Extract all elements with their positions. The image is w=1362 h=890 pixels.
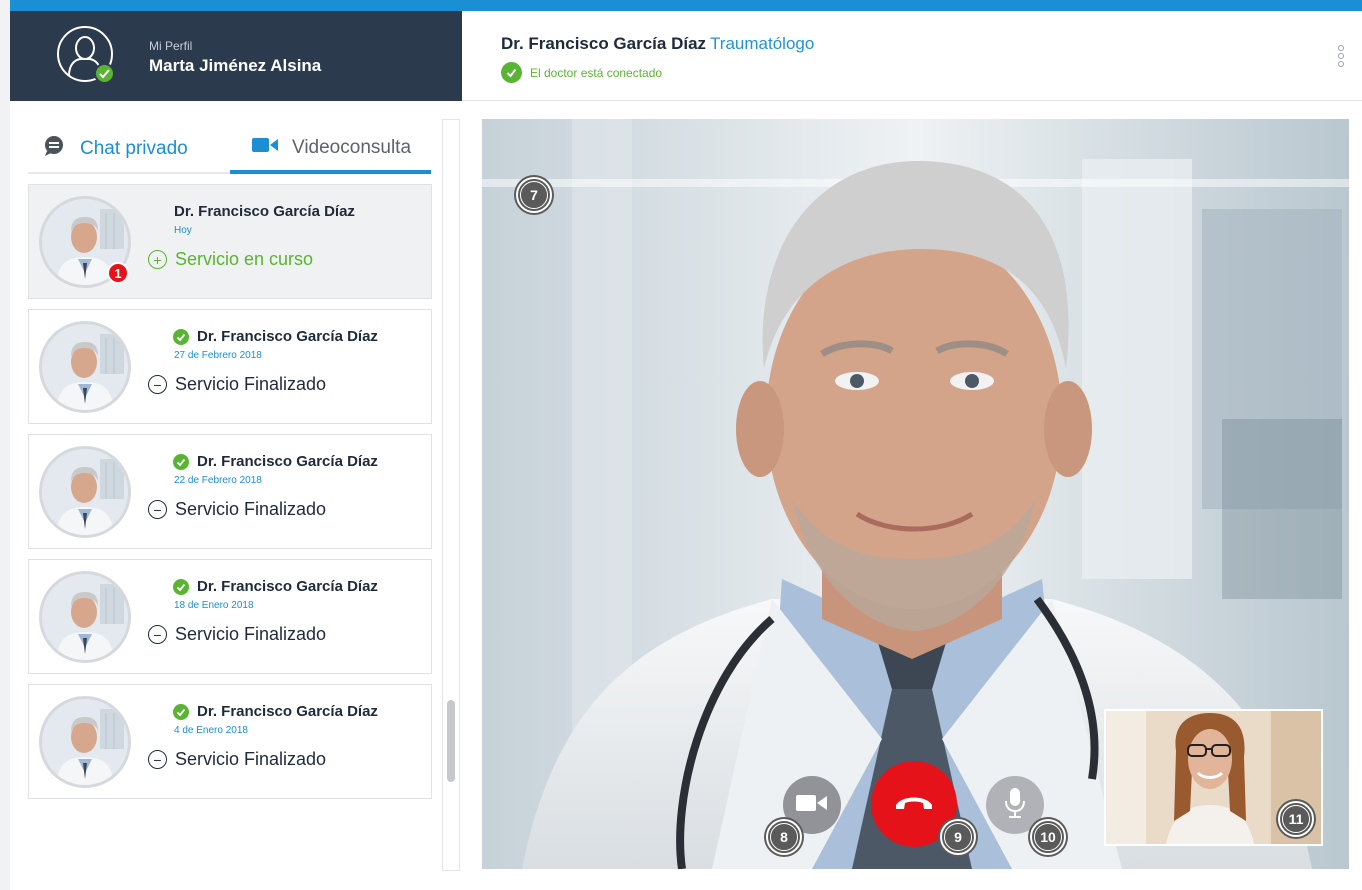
profile-name: Marta Jiménez Alsina <box>149 56 322 75</box>
consultation-status: − Servicio Finalizado <box>148 374 326 395</box>
status-minus-icon: − <box>148 750 167 769</box>
finished-check-icon <box>173 578 189 595</box>
finished-check-icon <box>173 703 189 720</box>
tab-chat-privado[interactable]: Chat privado <box>42 126 188 172</box>
consultation-status: − Servicio Finalizado <box>148 749 326 770</box>
consultation-doctor: Dr. Francisco García Díaz <box>173 703 378 720</box>
consultation-date: 4 de Enero 2018 <box>174 725 248 736</box>
doctor-avatar <box>39 446 131 538</box>
doctor-avatar <box>39 321 131 413</box>
connected-check-icon <box>501 62 522 83</box>
consultation-doctor-name: Dr. Francisco García Díaz <box>174 203 355 220</box>
marker-9: 9 <box>940 819 976 855</box>
doctor-name: Dr. Francisco García Díaz <box>501 34 707 53</box>
finished-check-icon <box>173 328 189 345</box>
tab-videoconsulta[interactable]: Videoconsulta <box>230 126 431 174</box>
marker-10: 10 <box>1030 819 1066 855</box>
status-plus-icon: + <box>148 250 167 269</box>
consultation-doctor-name: Dr. Francisco García Díaz <box>197 328 378 345</box>
doctor-avatar <box>39 571 131 663</box>
conversation-header: Dr. Francisco García Díaz Traumatólogo El… <box>462 11 1362 101</box>
consultation-doctor: Dr. Francisco García Díaz <box>173 328 378 345</box>
connection-status: El doctor está conectado <box>501 62 662 83</box>
consultation-status-text: Servicio Finalizado <box>175 499 327 519</box>
consultation-item[interactable]: Dr. Francisco García Díaz 18 de Enero 20… <box>28 559 432 674</box>
consultation-doctor: Dr. Francisco García Díaz <box>173 578 378 595</box>
connection-status-text: El doctor está conectado <box>530 65 663 80</box>
marker-7: 7 <box>516 177 552 213</box>
video-camera-icon <box>252 137 278 159</box>
consultation-doctor-name: Dr. Francisco García Díaz <box>197 453 378 470</box>
consultation-doctor: Dr. Francisco García Díaz <box>173 453 378 470</box>
marker-8: 8 <box>766 819 802 855</box>
unread-badge: 1 <box>107 262 129 284</box>
doctor-avatar <box>39 696 131 788</box>
tab-label: Chat privado <box>80 138 188 159</box>
sidebar-tabs: Chat privado Videoconsulta <box>28 126 431 174</box>
consultation-date: Hoy <box>174 225 192 236</box>
consultation-doctor: Dr. Francisco García Díaz <box>174 203 355 220</box>
consultation-status-text: Servicio Finalizado <box>175 374 327 394</box>
consultation-date: 27 de Febrero 2018 <box>174 350 262 361</box>
consultation-item[interactable]: Dr. Francisco García Díaz Hoy + Servicio… <box>28 184 432 299</box>
consultation-status: − Servicio Finalizado <box>148 499 326 520</box>
consultation-status: − Servicio Finalizado <box>148 624 326 645</box>
finished-check-icon <box>173 453 189 470</box>
consultation-date: 22 de Febrero 2018 <box>174 475 262 486</box>
left-edge-strip <box>0 0 10 890</box>
consultation-item[interactable]: Dr. Francisco García Díaz 22 de Febrero … <box>28 434 432 549</box>
microphone-icon <box>1003 787 1027 824</box>
doctor-title: Dr. Francisco García Díaz Traumatólogo <box>501 34 814 54</box>
scrollbar-thumb[interactable] <box>447 700 455 782</box>
status-minus-icon: − <box>148 375 167 394</box>
marker-11: 11 <box>1278 801 1314 837</box>
consultation-list: Dr. Francisco García Díaz Hoy + Servicio… <box>28 184 432 809</box>
consultation-status-text: Servicio Finalizado <box>175 749 327 769</box>
consultation-status-text: Servicio en curso <box>175 249 314 269</box>
profile-subtitle: Mi Perfil <box>149 39 193 53</box>
tab-label: Videoconsulta <box>292 137 412 158</box>
consultation-item[interactable]: Dr. Francisco García Díaz 4 de Enero 201… <box>28 684 432 799</box>
consultation-doctor-name: Dr. Francisco García Díaz <box>197 578 378 595</box>
more-vertical-icon[interactable] <box>1338 45 1346 69</box>
list-scrollbar[interactable] <box>442 119 460 871</box>
status-minus-icon: − <box>148 625 167 644</box>
consultation-status: + Servicio en curso <box>148 249 313 270</box>
online-check-icon <box>94 63 115 84</box>
chat-bubble-icon <box>42 135 66 163</box>
consultation-item[interactable]: Dr. Francisco García Díaz 27 de Febrero … <box>28 309 432 424</box>
doctor-specialty: Traumatólogo <box>710 34 815 53</box>
profile-panel[interactable]: Mi Perfil Marta Jiménez Alsina <box>10 11 462 101</box>
status-minus-icon: − <box>148 500 167 519</box>
consultation-doctor-name: Dr. Francisco García Díaz <box>197 703 378 720</box>
consultation-status-text: Servicio Finalizado <box>175 624 327 644</box>
top-accent-bar <box>0 0 1362 11</box>
video-call-area: 7 8 9 10 11 <box>482 119 1349 869</box>
video-camera-icon <box>796 793 828 818</box>
consultation-date: 18 de Enero 2018 <box>174 600 254 611</box>
phone-hangup-icon <box>894 793 934 816</box>
